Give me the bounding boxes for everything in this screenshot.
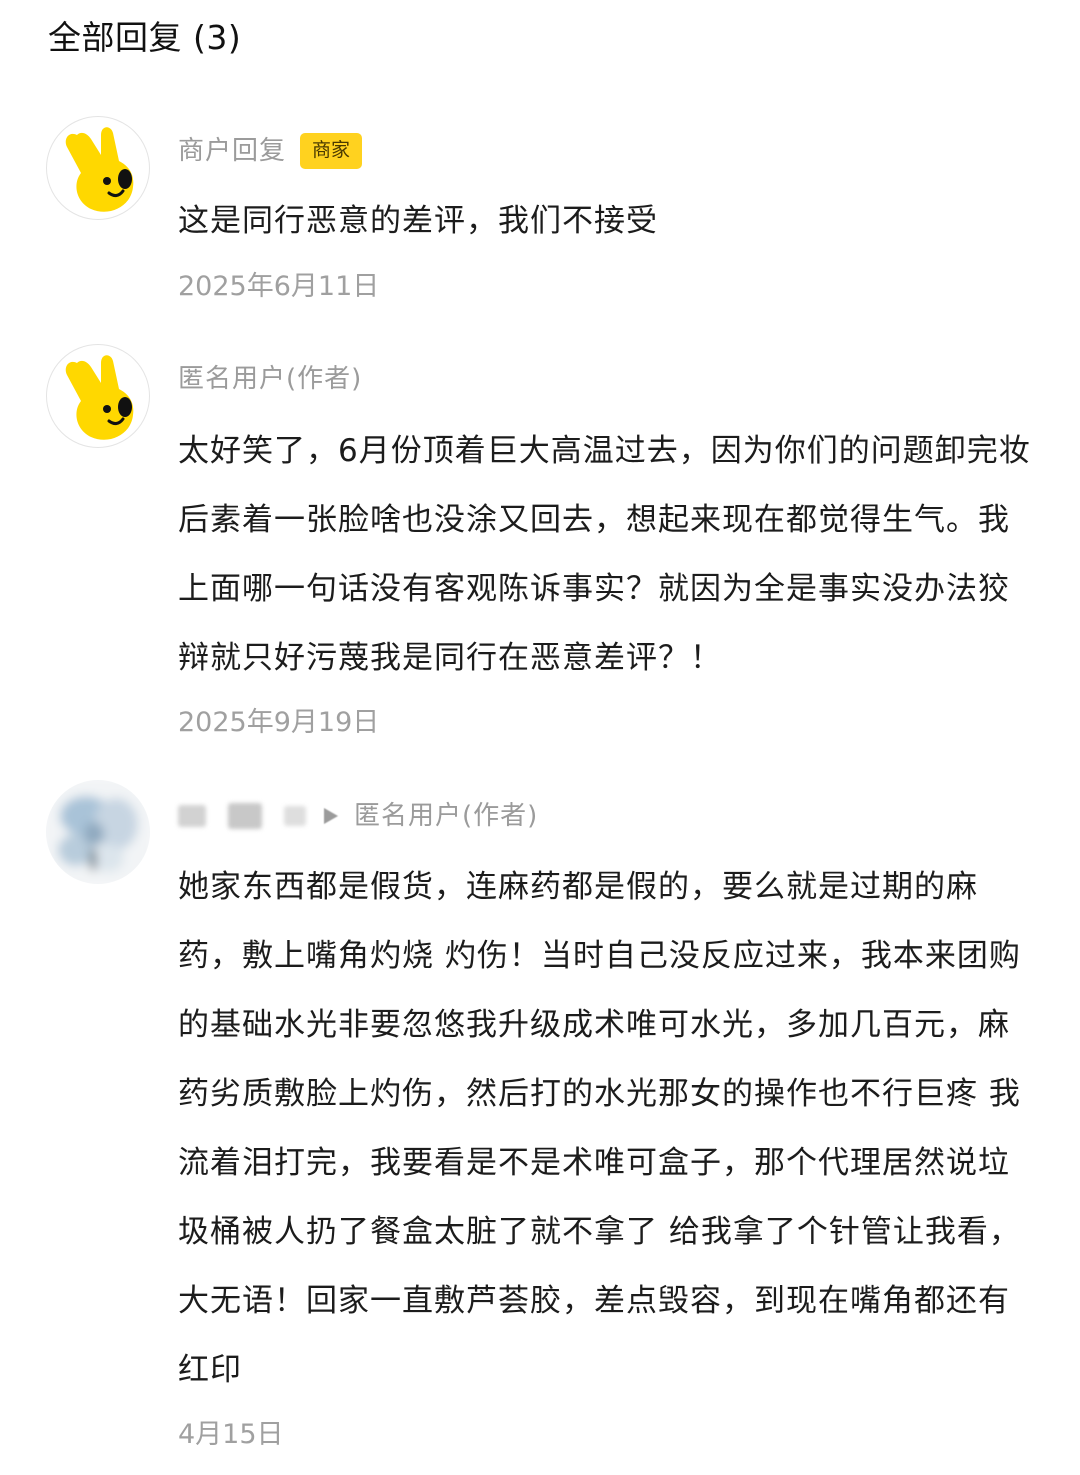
reply-date: 4月15日	[178, 1419, 284, 1450]
merchant-badge: 商家	[300, 133, 363, 169]
author-name[interactable]: 商户回复	[178, 131, 286, 171]
reply-content: 这是同行恶意的差评，我们不接受	[178, 203, 658, 239]
reply-date: 2025年9月19日	[178, 707, 380, 738]
reply-date: 2025年6月11日	[178, 271, 380, 302]
reply-page: 全部回复 (3) 商户回复 商家 这是同行恶意的差评，我们不接受 2025年6月…	[0, 0, 1080, 1475]
reply-meta: 商户回复 商家	[178, 131, 363, 171]
yellow-mascot-hand-icon	[65, 127, 134, 212]
blurred-username	[178, 803, 306, 829]
page-title: 全部回复 (3)	[48, 18, 242, 57]
author-name[interactable]: 匿名用户(作者)	[178, 359, 362, 399]
reply-to-name[interactable]: 匿名用户(作者)	[354, 796, 538, 836]
avatar[interactable]	[46, 780, 150, 884]
avatar[interactable]	[46, 344, 150, 448]
reply-arrow-icon	[324, 808, 338, 824]
blurred-avatar-icon	[46, 780, 150, 884]
yellow-mascot-hand-icon	[65, 355, 134, 440]
reply-meta: 匿名用户(作者)	[178, 796, 538, 836]
reply-meta: 匿名用户(作者)	[178, 359, 362, 399]
reply-content: 太好笑了，6月份顶着巨大高温过去，因为你们的问题卸完妆后素着一张脸啥也没涂又回去…	[178, 433, 1031, 676]
avatar[interactable]	[46, 116, 150, 220]
reply-content: 她家东西都是假货，连麻药都是假的，要么就是过期的麻药，敷上嘴角灼烧 灼伤！当时自…	[178, 869, 1021, 1388]
